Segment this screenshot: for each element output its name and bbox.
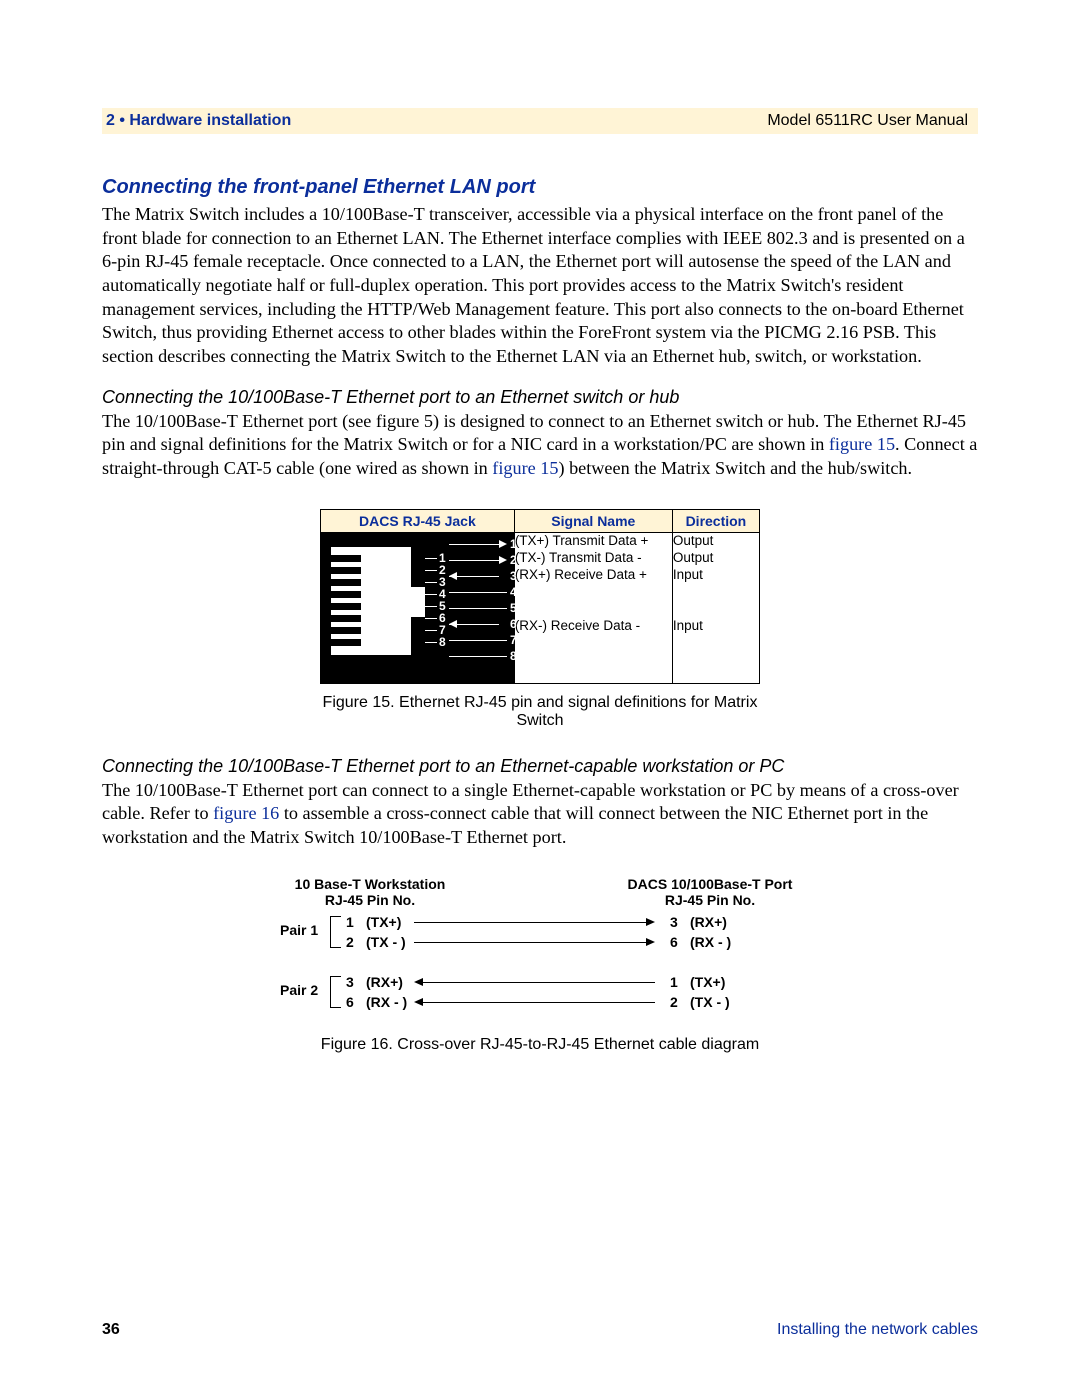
- signal-name: (TX-) Transmit Data -: [515, 550, 672, 567]
- p2-text-c: ) between the Matrix Switch and the hub/…: [558, 458, 912, 478]
- section-heading: Connecting the front-panel Ethernet LAN …: [102, 176, 978, 199]
- direction: Output: [673, 533, 759, 550]
- subsection-heading-a: Connecting the 10/100Base-T Ethernet por…: [102, 387, 978, 408]
- page: 2 • Hardware installation Model 6511RC U…: [0, 0, 1080, 1397]
- direction: Output: [673, 550, 759, 567]
- pin-label: 8: [510, 649, 517, 663]
- left-pin: 3: [346, 974, 354, 990]
- pin-label: 5: [510, 601, 517, 615]
- figure-15-link-1[interactable]: figure 15: [829, 434, 895, 454]
- rj45-jack-diagram: 1 2 3 4 5 6 7 8: [321, 533, 514, 683]
- pin-label: 8: [439, 635, 446, 649]
- fig16-hl2: RJ-45 Pin No.: [270, 892, 470, 908]
- rj45-table: DACS RJ-45 Jack Signal Name Direction: [320, 509, 760, 684]
- paragraph-1: The Matrix Switch includes a 10/100Base-…: [102, 203, 978, 369]
- crossover-row: 2 (TX - ) 6 (RX - ): [270, 934, 810, 952]
- right-pin: 6: [670, 934, 678, 950]
- direction: Input: [673, 567, 759, 584]
- figure-15: DACS RJ-45 Jack Signal Name Direction: [320, 509, 760, 730]
- th-signal: Signal Name: [514, 509, 672, 532]
- right-pin: 3: [670, 914, 678, 930]
- right-pin: 2: [670, 994, 678, 1010]
- right-sig: (TX+): [690, 974, 725, 990]
- subsection-heading-b: Connecting the 10/100Base-T Ethernet por…: [102, 756, 978, 777]
- left-pin: 1: [346, 914, 354, 930]
- pin-label: 6: [510, 617, 517, 631]
- figure-15-caption: Figure 15. Ethernet RJ-45 pin and signal…: [320, 694, 760, 730]
- signal-name: (RX-) Receive Data -: [515, 618, 672, 635]
- page-header: 2 • Hardware installation Model 6511RC U…: [102, 108, 978, 134]
- th-direction: Direction: [672, 509, 759, 532]
- figure-16-caption: Figure 16. Cross-over RJ-45-to-RJ-45 Eth…: [102, 1036, 978, 1054]
- fig16-header-right: DACS 10/100Base-T Port RJ-45 Pin No.: [610, 876, 810, 908]
- paragraph-3: The 10/100Base-T Ethernet port can conne…: [102, 779, 978, 850]
- crossover-row: 1 (TX+) 3 (RX+): [270, 914, 810, 932]
- paragraph-2: The 10/100Base-T Ethernet port (see figu…: [102, 410, 978, 481]
- signal-cell: (TX+) Transmit Data + (TX-) Transmit Dat…: [514, 532, 672, 683]
- pin-label: 2: [510, 553, 517, 567]
- chapter-label: 2 • Hardware installation: [102, 112, 291, 130]
- crossover-row: 6 (RX - ) 2 (TX - ): [270, 994, 810, 1012]
- right-sig: (RX+): [690, 914, 727, 930]
- page-number: 36: [102, 1321, 120, 1339]
- left-sig: (TX - ): [366, 934, 406, 950]
- right-sig: (TX - ): [690, 994, 730, 1010]
- left-pin: 2: [346, 934, 354, 950]
- direction: Input: [673, 618, 759, 635]
- figure-16: 10 Base-T Workstation RJ-45 Pin No. DACS…: [270, 876, 810, 1026]
- pin-label: 4: [510, 585, 517, 599]
- fig16-hr1: DACS 10/100Base-T Port: [610, 876, 810, 892]
- page-footer: 36 Installing the network cables: [102, 1321, 978, 1339]
- manual-label: Model 6511RC User Manual: [767, 112, 968, 130]
- fig16-hr2: RJ-45 Pin No.: [610, 892, 810, 908]
- left-sig: (RX+): [366, 974, 403, 990]
- pin-label: 3: [510, 569, 517, 583]
- pin-label: 7: [510, 633, 517, 647]
- right-sig: (RX - ): [690, 934, 731, 950]
- fig16-header-left: 10 Base-T Workstation RJ-45 Pin No.: [270, 876, 470, 908]
- pin-label: 1: [510, 537, 517, 551]
- crossover-row: 3 (RX+) 1 (TX+): [270, 974, 810, 992]
- left-sig: (RX - ): [366, 994, 407, 1010]
- fig16-hl1: 10 Base-T Workstation: [270, 876, 470, 892]
- direction-cell: Output Output Input Input: [672, 532, 759, 683]
- left-sig: (TX+): [366, 914, 401, 930]
- figure-15-link-2[interactable]: figure 15: [492, 458, 558, 478]
- figure-16-link[interactable]: figure 16: [213, 803, 279, 823]
- th-jack: DACS RJ-45 Jack: [321, 509, 515, 532]
- signal-name: (RX+) Receive Data +: [515, 567, 672, 584]
- signal-name: (TX+) Transmit Data +: [515, 533, 672, 550]
- right-pin: 1: [670, 974, 678, 990]
- footer-section: Installing the network cables: [777, 1321, 978, 1339]
- left-pin: 6: [346, 994, 354, 1010]
